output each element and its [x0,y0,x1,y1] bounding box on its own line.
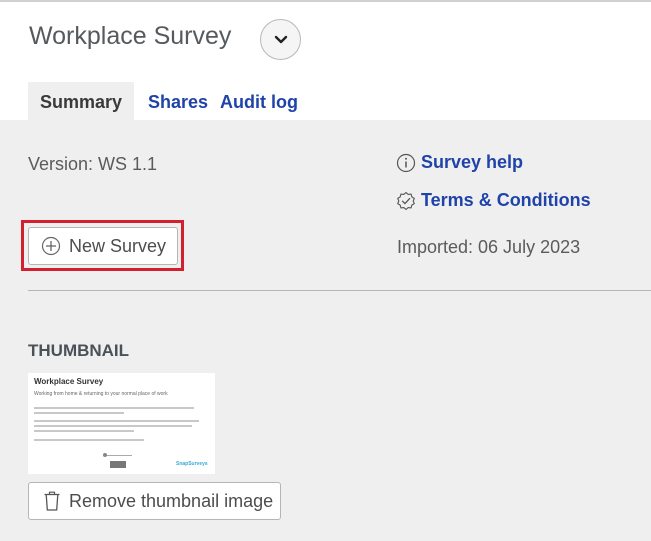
thumbnail-preview-title: Workplace Survey [34,377,104,386]
tab-shares[interactable]: Shares [148,82,208,122]
page-header: Workplace Survey Summary Shares Audit lo… [0,0,651,122]
thumbnail-image: Workplace Survey Working from home & ret… [28,373,215,474]
thumbnail-text-line [34,439,144,441]
new-survey-button[interactable]: New Survey [28,227,178,265]
tab-audit-log[interactable]: Audit log [220,82,298,122]
trash-icon [44,491,60,511]
thumbnail-slider-dot [103,453,107,457]
tab-summary[interactable]: Summary [28,82,135,122]
section-divider [28,290,651,291]
page-title: Workplace Survey [29,22,232,50]
remove-thumbnail-label: Remove thumbnail image [69,490,274,511]
remove-thumbnail-button[interactable]: Remove thumbnail image [28,482,281,520]
thumbnail-preview-subtitle: Working from home & returning to your no… [34,391,168,397]
thumbnail-logo: SnapSurveys [176,461,208,467]
survey-help-label: Survey help [421,152,524,172]
new-survey-label: New Survey [69,235,167,256]
survey-help-link[interactable]: Survey help [396,152,523,173]
thumbnail-text-line [34,430,134,432]
thumbnail-text-line [34,412,124,414]
thumbnail-text-line [34,420,199,422]
version-label: Version: WS 1.1 [28,154,158,174]
thumbnail-heading: THUMBNAIL [28,341,130,360]
thumbnail-text-line [34,407,194,409]
imported-date: Imported: 06 July 2023 [397,237,581,257]
thumbnail-text-line [34,425,192,427]
thumbnail-next-button [110,461,126,468]
verified-badge-icon [397,191,415,210]
terms-link[interactable]: Terms & Conditions [396,190,591,211]
terms-label: Terms & Conditions [421,190,591,210]
info-icon [396,153,416,172]
plus-circle-icon [41,236,61,256]
title-menu-button[interactable] [260,19,301,60]
thumbnail-slider [104,455,132,456]
chevron-down-icon [274,35,287,43]
